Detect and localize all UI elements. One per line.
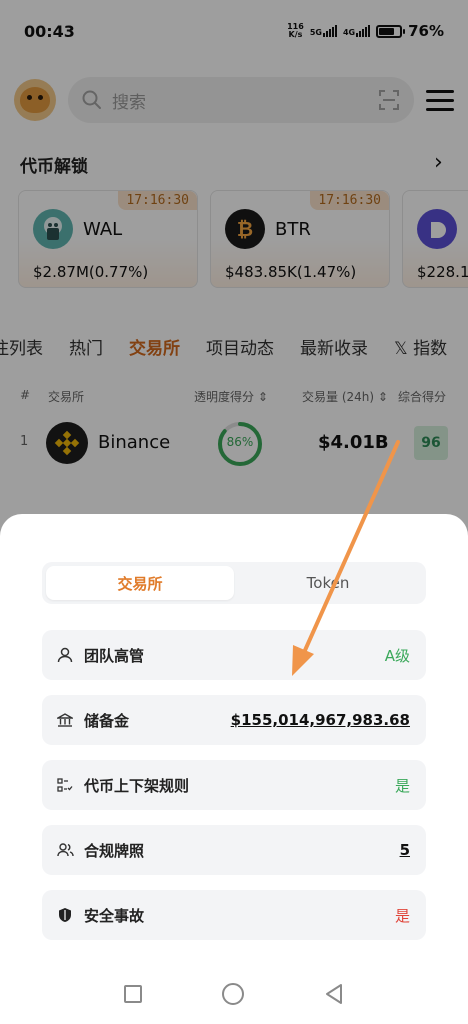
- segment-exchange[interactable]: 交易所: [46, 566, 234, 600]
- shield-icon: [56, 906, 74, 924]
- bank-icon: [56, 711, 74, 729]
- home-icon[interactable]: [222, 983, 244, 1005]
- reserves-link[interactable]: $155,014,967,983.68: [231, 711, 410, 729]
- item-value: 是: [394, 906, 410, 925]
- item-listing-rules[interactable]: 代币上下架规则 是: [42, 760, 426, 810]
- item-team-executives[interactable]: 团队高管 A级: [42, 630, 426, 680]
- item-label: 合规牌照: [84, 841, 145, 860]
- person-icon: [56, 646, 74, 664]
- item-label: 代币上下架规则: [84, 776, 190, 795]
- licenses-link[interactable]: 5: [400, 841, 410, 859]
- exchange-detail-sheet: 交易所 Token 团队高管 A级 储备金 $155,014,967,983.6…: [0, 514, 468, 1024]
- item-value: 是: [394, 776, 410, 795]
- item-reserves[interactable]: 储备金 $155,014,967,983.68: [42, 695, 426, 745]
- item-security-incidents[interactable]: 安全事故 是: [42, 890, 426, 940]
- item-value: A级: [384, 646, 410, 665]
- system-nav-bar: [0, 964, 468, 1024]
- recent-apps-icon[interactable]: [124, 985, 142, 1003]
- item-label: 安全事故: [84, 906, 145, 925]
- list-check-icon: [56, 776, 74, 794]
- item-compliance-licenses[interactable]: 合规牌照 5: [42, 825, 426, 875]
- segment-token[interactable]: Token: [234, 566, 422, 600]
- item-label: 储备金: [84, 711, 130, 730]
- back-icon[interactable]: [324, 983, 344, 1005]
- segment-control: 交易所 Token: [42, 562, 426, 604]
- item-label: 团队高管: [84, 646, 145, 665]
- group-icon: [56, 841, 74, 859]
